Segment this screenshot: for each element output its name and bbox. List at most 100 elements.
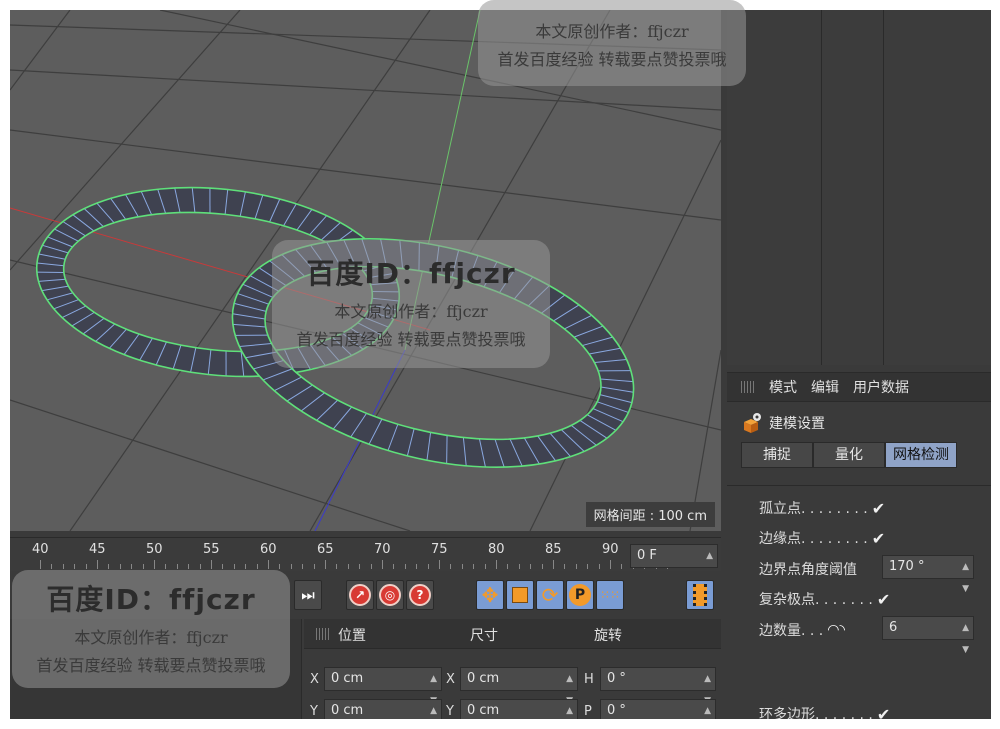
tick-mark xyxy=(382,560,383,569)
go-to-end-button[interactable]: ⏭ xyxy=(294,580,322,610)
checkbox-checked-icon[interactable]: ✔ xyxy=(872,499,885,518)
move-tool-button[interactable]: ✥ xyxy=(476,580,504,610)
film-icon xyxy=(693,584,707,606)
autokey-button[interactable]: ◎ xyxy=(376,580,404,610)
tick-mark xyxy=(325,560,326,569)
points-grid-button[interactable]: ⁙⁙ xyxy=(596,580,624,610)
field-value: 6 xyxy=(889,620,898,635)
header-rotation: 旋转 xyxy=(594,628,622,644)
tick-mark xyxy=(484,564,486,569)
tick-label: 45 xyxy=(89,542,106,557)
tab-mesh-check[interactable]: 网格检测 xyxy=(885,442,957,468)
tick-mark xyxy=(85,564,87,569)
object-manager[interactable] xyxy=(727,10,991,365)
tick-mark xyxy=(598,564,600,569)
checkbox-checked-icon[interactable]: ✔ xyxy=(877,705,890,720)
prop-edge-count: 边数量. . . ◠◝ xyxy=(759,620,845,640)
tick-label: 60 xyxy=(260,542,277,557)
tick-mark xyxy=(176,564,178,569)
tick-mark xyxy=(393,564,395,569)
tick-label: 80 xyxy=(488,542,505,557)
right-panel: 模式 编辑 用户数据 建模设置 捕捉 量化 网格检测 孤立点. . . . . … xyxy=(727,10,991,719)
scale-tool-button[interactable] xyxy=(506,580,534,610)
tick-mark xyxy=(575,564,577,569)
current-frame-field[interactable]: 0 F ▲▼ xyxy=(630,544,718,583)
grid-line xyxy=(10,10,71,91)
help-key-icon: ? xyxy=(409,584,431,606)
grip-icon[interactable] xyxy=(741,381,755,393)
edge-count-field[interactable]: 6 ▲ ▼ xyxy=(882,616,974,655)
menu-user-data[interactable]: 用户数据 xyxy=(853,377,909,397)
keyframe-selection-button[interactable]: ? xyxy=(406,580,434,610)
spinner-icon[interactable]: ▲▼ xyxy=(962,556,969,600)
tick-mark xyxy=(131,564,133,569)
grid-line xyxy=(529,139,721,531)
p-icon: P xyxy=(569,584,591,606)
field-value: 0 cm xyxy=(467,703,500,718)
tick-mark xyxy=(268,560,269,569)
tick-label: 40 xyxy=(32,542,49,557)
size-x-field[interactable]: 0 cm ▲▼ xyxy=(460,667,578,706)
record-keys-button[interactable]: ↗ xyxy=(346,580,374,610)
watermark-author: 本文原创作者：ffjczr xyxy=(334,302,488,321)
rotation-h-field[interactable]: 0 ° ▲▼ xyxy=(600,667,716,706)
grid-line xyxy=(10,10,241,271)
prop-label: 环多边形. . . . . . . xyxy=(759,707,873,719)
field-value: 0 ° xyxy=(607,703,626,718)
rotate-icon: ⟳ xyxy=(541,583,559,607)
tab-quantize[interactable]: 量化 xyxy=(813,442,885,468)
timeline-ruler[interactable]: 40 45 50 55 60 65 70 75 80 85 90 0 F ▲▼ xyxy=(10,537,721,583)
rotation-p-field[interactable]: 0 ° ▲▼ xyxy=(600,699,716,719)
tick-mark xyxy=(74,564,76,569)
tick-mark xyxy=(473,564,475,569)
grip-icon[interactable] xyxy=(316,628,330,640)
move-icon: ✥ xyxy=(481,583,499,607)
modeling-gear-icon xyxy=(741,412,763,434)
tick-mark xyxy=(404,564,406,569)
header-size: 尺寸 xyxy=(470,628,498,644)
prop-isolated-points: 孤立点. . . . . . . . ✔ xyxy=(759,498,885,518)
tick-mark xyxy=(256,564,258,569)
tick-mark xyxy=(188,564,190,569)
watermark-slogan: 首发百度经验 转载要点赞投票哦 xyxy=(497,50,727,69)
spinner-icon[interactable]: ▲▼ xyxy=(962,617,969,661)
tick-mark xyxy=(199,564,201,569)
tick-mark xyxy=(564,564,566,569)
tick-mark xyxy=(621,564,623,569)
prop-label: 复杂极点. . . . . . . xyxy=(759,592,873,608)
checkbox-checked-icon[interactable]: ✔ xyxy=(872,529,885,548)
checkbox-checked-icon[interactable]: ✔ xyxy=(877,590,890,609)
watermark-brand: 百度ID：ffjczr xyxy=(306,257,516,290)
spinner-icon[interactable]: ▲▼ xyxy=(430,700,437,719)
field-value: 170 ° xyxy=(889,559,925,574)
tick-mark xyxy=(313,564,315,569)
axis-label: X xyxy=(446,672,455,687)
tab-snap[interactable]: 捕捉 xyxy=(741,442,813,468)
spinner-icon[interactable]: ▲▼ xyxy=(566,700,573,719)
rotate-tool-button[interactable]: ⟳ xyxy=(536,580,564,610)
cursor-icon: ◠◝ xyxy=(827,622,845,638)
border-angle-field[interactable]: 170 ° ▲ ▼ xyxy=(882,555,974,594)
tick-mark xyxy=(40,560,41,569)
field-value: 0 cm xyxy=(331,671,364,686)
position-x-field[interactable]: 0 cm ▲▼ xyxy=(324,667,442,706)
axis-label: Y xyxy=(310,704,318,719)
watermark-brand: 百度ID：ffjczr xyxy=(46,583,256,616)
spinner-icon[interactable]: ▲▼ xyxy=(704,700,711,719)
film-strip-button[interactable] xyxy=(686,580,714,610)
tick-mark xyxy=(222,564,224,569)
tick-mark xyxy=(336,564,338,569)
tick-mark xyxy=(62,564,64,569)
menu-edit[interactable]: 编辑 xyxy=(811,377,839,397)
menu-mode[interactable]: 模式 xyxy=(769,377,797,397)
size-y-field[interactable]: 0 cm ▲▼ xyxy=(460,699,578,719)
axis-label: H xyxy=(584,672,594,687)
tick-label: 85 xyxy=(545,542,562,557)
position-y-field[interactable]: 0 cm ▲▼ xyxy=(324,699,442,719)
tick-mark xyxy=(119,564,121,569)
tick-mark xyxy=(108,564,110,569)
prop-label: 边数量. . . xyxy=(759,623,824,639)
prop-border-angle: 边界点角度阈值 xyxy=(759,559,857,579)
parameter-button[interactable]: P xyxy=(566,580,594,610)
prop-label: 孤立点. . . . . . . . xyxy=(759,501,868,517)
